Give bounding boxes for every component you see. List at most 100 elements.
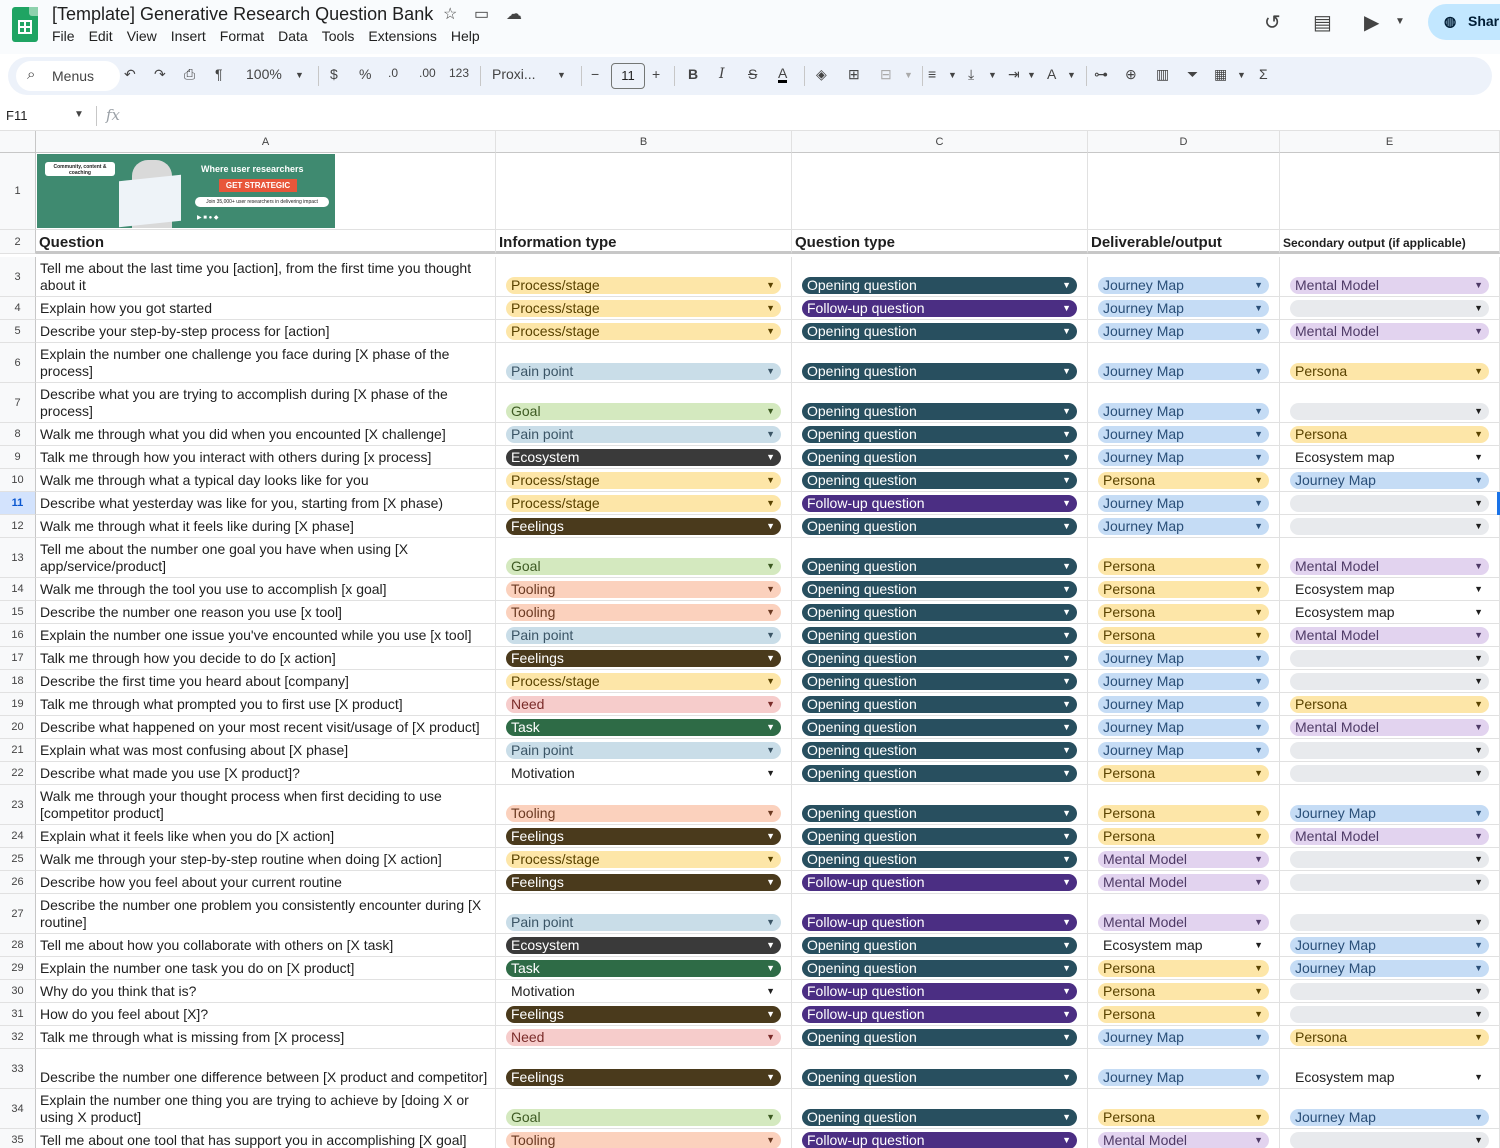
cell[interactable]: Persona ▼ xyxy=(1280,1026,1500,1049)
secondary-output-dropdown[interactable]: Journey Map ▼ xyxy=(1290,960,1489,977)
cell[interactable]: Opening question ▼ xyxy=(792,578,1088,601)
info-type-dropdown[interactable]: Process/stage ▼ xyxy=(506,300,781,317)
cell[interactable]: Tooling ▼ xyxy=(496,785,792,825)
row-header-31[interactable]: 31 xyxy=(0,1003,36,1026)
cell[interactable]: Journey Map ▼ xyxy=(1088,670,1280,693)
cell[interactable]: Opening question ▼ xyxy=(792,670,1088,693)
question-type-dropdown[interactable]: Opening question ▼ xyxy=(802,604,1077,621)
question-type-dropdown[interactable]: Follow-up question ▼ xyxy=(802,914,1077,931)
secondary-output-dropdown[interactable]: ▼ xyxy=(1290,518,1489,535)
cell[interactable]: Persona ▼ xyxy=(1088,762,1280,785)
row-header-25[interactable]: 25 xyxy=(0,848,36,871)
info-type-dropdown[interactable]: Process/stage ▼ xyxy=(506,472,781,489)
cell[interactable]: Follow-up question ▼ xyxy=(792,1129,1088,1148)
row-header-14[interactable]: 14 xyxy=(0,578,36,601)
cell[interactable]: Mental Model ▼ xyxy=(1280,825,1500,848)
cell[interactable]: Feelings ▼ xyxy=(496,647,792,670)
row-header-13[interactable]: 13 xyxy=(0,538,36,578)
question-cell[interactable]: Describe what you are trying to accompli… xyxy=(36,383,496,423)
cell[interactable]: Ecosystem map ▼ xyxy=(1280,578,1500,601)
cell[interactable]: Tooling ▼ xyxy=(496,578,792,601)
cell[interactable]: Journey Map ▼ xyxy=(1280,785,1500,825)
question-cell[interactable]: Walk me through your thought process whe… xyxy=(36,785,496,825)
deliverable-dropdown[interactable]: Journey Map ▼ xyxy=(1098,1029,1269,1046)
cell[interactable]: Feelings ▼ xyxy=(496,871,792,894)
secondary-output-dropdown[interactable]: ▼ xyxy=(1290,300,1489,317)
cell[interactable]: ▼ xyxy=(1280,762,1500,785)
question-cell[interactable]: Tell me about the number one goal you ha… xyxy=(36,538,496,578)
column-header-a[interactable]: A xyxy=(36,131,496,153)
question-type-dropdown[interactable]: Opening question ▼ xyxy=(802,581,1077,598)
cell[interactable] xyxy=(792,153,1088,230)
secondary-output-dropdown[interactable]: ▼ xyxy=(1290,765,1489,782)
cell[interactable]: Mental Model ▼ xyxy=(1088,1129,1280,1148)
deliverable-dropdown[interactable]: Persona ▼ xyxy=(1098,627,1269,644)
cell[interactable]: Persona ▼ xyxy=(1088,578,1280,601)
row-header-32[interactable]: 32 xyxy=(0,1026,36,1049)
text-rotation-icon[interactable]: A xyxy=(1047,66,1056,82)
meet-icon[interactable]: ▶ xyxy=(1364,10,1379,35)
deliverable-dropdown[interactable]: Journey Map ▼ xyxy=(1098,650,1269,667)
deliverable-dropdown[interactable]: Journey Map ▼ xyxy=(1098,403,1269,420)
search-menus-button[interactable]: ⌕ Menus xyxy=(16,61,120,91)
menu-format[interactable]: Format xyxy=(220,28,264,44)
question-cell[interactable]: Describe your step-by-step process for [… xyxy=(36,320,496,343)
question-type-dropdown[interactable]: Follow-up question ▼ xyxy=(802,983,1077,1000)
row-header-29[interactable]: 29 xyxy=(0,957,36,980)
menu-edit[interactable]: Edit xyxy=(89,28,113,44)
cell[interactable]: Opening question ▼ xyxy=(792,383,1088,423)
row-header-18[interactable]: 18 xyxy=(0,670,36,693)
question-cell[interactable]: Tell me about how you collaborate with o… xyxy=(36,934,496,957)
insert-comment-icon[interactable]: ⊕ xyxy=(1125,66,1137,83)
doc-title[interactable]: [Template] Generative Research Question … xyxy=(52,4,433,25)
cell[interactable]: Follow-up question ▼ xyxy=(792,871,1088,894)
cell[interactable]: Ecosystem map ▼ xyxy=(1280,601,1500,624)
cell[interactable] xyxy=(1280,153,1500,230)
question-type-dropdown[interactable]: Follow-up question ▼ xyxy=(802,874,1077,891)
cell[interactable]: Process/stage ▼ xyxy=(496,670,792,693)
cell[interactable]: Journey Map ▼ xyxy=(1088,446,1280,469)
cell[interactable]: Persona ▼ xyxy=(1280,693,1500,716)
cell[interactable]: Task ▼ xyxy=(496,716,792,739)
deliverable-dropdown[interactable]: Persona ▼ xyxy=(1098,558,1269,575)
secondary-output-dropdown[interactable]: Ecosystem map ▼ xyxy=(1290,604,1489,621)
question-type-dropdown[interactable]: Opening question ▼ xyxy=(802,828,1077,845)
row-header-5[interactable]: 5 xyxy=(0,320,36,343)
cell[interactable]: Opening question ▼ xyxy=(792,538,1088,578)
cell[interactable]: Feelings ▼ xyxy=(496,825,792,848)
increase-font-size-icon[interactable]: + xyxy=(652,66,660,82)
question-cell[interactable]: Walk me through what a typical day looks… xyxy=(36,469,496,492)
cell[interactable]: Goal ▼ xyxy=(496,383,792,423)
cell[interactable]: Ecosystem map ▼ xyxy=(1280,446,1500,469)
info-type-dropdown[interactable]: Tooling ▼ xyxy=(506,581,781,598)
row-header-10[interactable]: 10 xyxy=(0,469,36,492)
share-button[interactable]: ◍ Shar xyxy=(1428,4,1500,40)
cell[interactable]: Mental Model ▼ xyxy=(1088,871,1280,894)
cell[interactable]: ▼ xyxy=(1280,894,1500,934)
deliverable-dropdown[interactable]: Journey Map ▼ xyxy=(1098,742,1269,759)
row-header-27[interactable]: 27 xyxy=(0,894,36,934)
cell[interactable]: Follow-up question ▼ xyxy=(792,894,1088,934)
row-header-17[interactable]: 17 xyxy=(0,647,36,670)
cell[interactable] xyxy=(496,153,792,230)
question-type-dropdown[interactable]: Opening question ▼ xyxy=(802,472,1077,489)
cell[interactable]: ▼ xyxy=(1280,383,1500,423)
question-type-dropdown[interactable]: Opening question ▼ xyxy=(802,277,1077,294)
cell[interactable]: Pain point ▼ xyxy=(496,343,792,383)
deliverable-dropdown[interactable]: Journey Map ▼ xyxy=(1098,323,1269,340)
cell[interactable]: Opening question ▼ xyxy=(792,1049,1088,1089)
row-header-9[interactable]: 9 xyxy=(0,446,36,469)
secondary-output-dropdown[interactable]: Ecosystem map ▼ xyxy=(1290,449,1489,466)
secondary-output-dropdown[interactable]: Mental Model ▼ xyxy=(1290,558,1489,575)
cell[interactable]: Process/stage ▼ xyxy=(496,257,792,297)
secondary-output-dropdown[interactable]: ▼ xyxy=(1290,403,1489,420)
cell[interactable]: Persona ▼ xyxy=(1088,469,1280,492)
cell[interactable]: Persona ▼ xyxy=(1088,538,1280,578)
question-cell[interactable]: Tell me about the last time you [action]… xyxy=(36,257,496,297)
cell[interactable]: Journey Map ▼ xyxy=(1088,343,1280,383)
italic-icon[interactable]: I xyxy=(719,66,725,82)
deliverable-dropdown[interactable]: Persona ▼ xyxy=(1098,581,1269,598)
question-cell[interactable]: Explain the number one challenge you fac… xyxy=(36,343,496,383)
row-header-33[interactable]: 33 xyxy=(0,1049,36,1089)
bold-icon[interactable]: B xyxy=(688,66,698,82)
